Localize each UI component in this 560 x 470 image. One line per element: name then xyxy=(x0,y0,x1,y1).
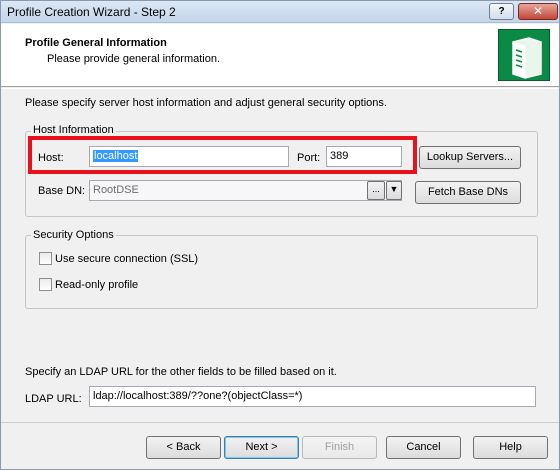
help-button[interactable]: Help xyxy=(473,436,548,459)
ssl-label[interactable]: Use secure connection (SSL) xyxy=(55,253,198,265)
cancel-button[interactable]: Cancel xyxy=(386,436,461,459)
lookup-servers-button[interactable]: Lookup Servers... xyxy=(419,146,521,169)
security-options-label: Security Options xyxy=(31,229,116,241)
ldap-hint: Specify an LDAP URL for the other fields… xyxy=(25,366,337,378)
header-divider xyxy=(1,88,559,89)
base-dn-combo[interactable]: RootDSE xyxy=(89,180,402,201)
title-bar[interactable]: Profile Creation Wizard - Step 2 ? ✕ xyxy=(1,1,559,23)
back-button[interactable]: < Back xyxy=(146,436,221,459)
window-title: Profile Creation Wizard - Step 2 xyxy=(7,5,176,19)
readonly-label[interactable]: Read-only profile xyxy=(55,279,138,291)
page-subtitle: Please provide general information. xyxy=(47,53,221,65)
intro-text: Please specify server host information a… xyxy=(25,97,387,109)
browse-dn-button[interactable]: ... xyxy=(367,181,385,200)
highlight-box xyxy=(28,136,417,174)
next-button[interactable]: Next > xyxy=(224,436,299,459)
wizard-window: Profile Creation Wizard - Step 2 ? ✕ Pro… xyxy=(0,0,560,470)
page-title: Profile General Information xyxy=(25,37,167,49)
ldap-url-input[interactable]: ldap://localhost:389/??one?(objectClass=… xyxy=(89,386,536,407)
close-button[interactable]: ✕ xyxy=(518,3,558,20)
wizard-header: Profile General Information Please provi… xyxy=(1,24,559,87)
security-options-group xyxy=(25,235,538,309)
base-dn-dropdown-button[interactable]: ▼ xyxy=(386,181,402,200)
server-icon xyxy=(498,29,550,81)
base-dn-label: Base DN: xyxy=(38,185,86,197)
host-information-label: Host Information xyxy=(31,124,116,136)
help-title-button[interactable]: ? xyxy=(489,3,514,20)
ldap-url-label: LDAP URL: xyxy=(25,393,82,405)
fetch-base-dns-button[interactable]: Fetch Base DNs xyxy=(415,181,521,204)
footer-divider xyxy=(1,422,559,423)
ssl-checkbox[interactable] xyxy=(39,252,52,265)
finish-button[interactable]: Finish xyxy=(302,436,377,459)
readonly-checkbox[interactable] xyxy=(39,278,52,291)
